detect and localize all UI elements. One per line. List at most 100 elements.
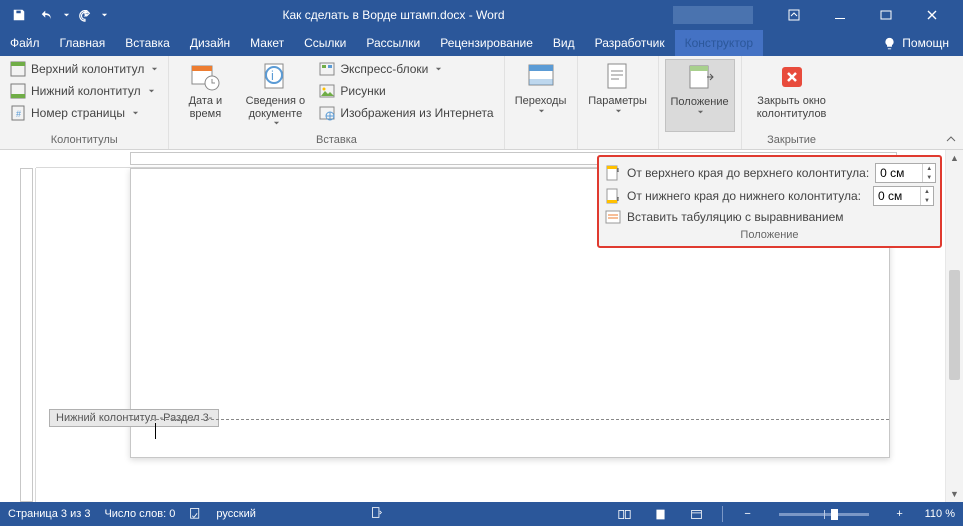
date-time-button[interactable]: Дата и время xyxy=(175,59,235,132)
position-dropdown-panel: От верхнего края до верхнего колонтитула… xyxy=(597,155,942,248)
close-header-footer-button[interactable]: Закрыть окно колонтитулов xyxy=(748,59,836,132)
scroll-down[interactable]: ▼ xyxy=(946,486,963,502)
position-button[interactable]: Положение xyxy=(665,59,735,132)
footer-from-bottom-row: От нижнего края до нижнего колонтитула: … xyxy=(605,186,934,206)
scroll-up[interactable]: ▲ xyxy=(946,150,963,166)
zoom-out-button[interactable]: − xyxy=(737,505,759,523)
spin-down[interactable]: ▼ xyxy=(923,173,935,182)
header-button[interactable]: Верхний колонтитул xyxy=(6,59,162,79)
chevron-down-icon xyxy=(615,108,622,115)
minimize-button[interactable] xyxy=(823,2,857,28)
save-button[interactable] xyxy=(6,2,32,28)
options-button[interactable]: Параметры xyxy=(584,59,652,132)
footer-from-bottom-input[interactable]: ▲▼ xyxy=(873,186,934,206)
tab-references[interactable]: Ссылки xyxy=(294,30,356,56)
tab-file[interactable]: Файл xyxy=(0,30,50,56)
text-cursor xyxy=(155,423,156,439)
zoom-slider[interactable] xyxy=(779,513,869,516)
group-label xyxy=(511,132,571,149)
chevron-down-icon xyxy=(697,109,704,116)
undo-button[interactable] xyxy=(34,2,60,28)
read-mode-button[interactable] xyxy=(614,505,636,523)
page-indicator[interactable]: Страница 3 из 3 xyxy=(8,508,90,520)
group-navigation: Переходы xyxy=(505,56,578,149)
ribbon-options-button[interactable] xyxy=(777,2,811,28)
language-indicator[interactable]: русский xyxy=(216,508,255,520)
page-number-button[interactable]: #Номер страницы xyxy=(6,103,162,123)
group-label: Закрытие xyxy=(748,132,836,149)
tab-developer[interactable]: Разработчик xyxy=(585,30,675,56)
position-panel-label: Положение xyxy=(605,229,934,241)
word-count[interactable]: Число слов: 0 xyxy=(104,508,175,520)
header-from-top-row: От верхнего края до верхнего колонтитула… xyxy=(605,163,934,183)
quick-access-toolbar xyxy=(0,2,114,28)
tab-design[interactable]: Дизайн xyxy=(180,30,240,56)
spellcheck-icon[interactable] xyxy=(189,506,202,522)
footer-offset-icon xyxy=(605,188,621,204)
chevron-down-icon xyxy=(538,108,545,115)
undo-dropdown[interactable] xyxy=(62,12,70,19)
svg-text:#: # xyxy=(16,109,21,119)
close-button[interactable] xyxy=(915,2,949,28)
status-bar: Страница 3 из 3 Число слов: 0 русский − … xyxy=(0,502,963,526)
tab-home[interactable]: Главная xyxy=(50,30,116,56)
document-info-button[interactable]: i Сведения о документе xyxy=(239,59,311,132)
footer-zone[interactable]: Нижний колонтитул -Раздел 3- xyxy=(131,399,889,459)
vertical-scrollbar[interactable]: ▲ ▼ xyxy=(945,150,963,502)
spin-up[interactable]: ▲ xyxy=(923,164,935,173)
group-position: Положение xyxy=(659,56,742,149)
pictures-icon xyxy=(319,83,335,99)
footer-button[interactable]: Нижний колонтитул xyxy=(6,81,162,101)
footer-icon xyxy=(10,83,26,99)
print-layout-button[interactable] xyxy=(650,505,672,523)
group-headers-footers: Верхний колонтитул Нижний колонтитул #Но… xyxy=(0,56,169,149)
tab-insert[interactable]: Вставка xyxy=(115,30,180,56)
footer-section-tag: Нижний колонтитул -Раздел 3- xyxy=(49,409,219,427)
online-pictures-button[interactable]: Изображения из Интернета xyxy=(315,103,497,123)
footer-from-bottom-value[interactable] xyxy=(874,189,920,203)
quick-parts-icon xyxy=(319,61,335,77)
date-time-icon xyxy=(189,61,221,93)
page-number-icon: # xyxy=(10,105,26,121)
maximize-button[interactable] xyxy=(869,2,903,28)
tab-mailings[interactable]: Рассылки xyxy=(356,30,430,56)
tab-constructor[interactable]: Конструктор xyxy=(675,30,763,56)
header-icon xyxy=(10,61,26,77)
chevron-down-icon xyxy=(273,120,280,127)
header-from-top-input[interactable]: ▲▼ xyxy=(875,163,936,183)
tab-view[interactable]: Вид xyxy=(543,30,585,56)
zoom-in-button[interactable]: + xyxy=(889,505,911,523)
chevron-down-icon xyxy=(151,66,158,73)
transitions-button[interactable]: Переходы xyxy=(511,59,571,132)
account-area[interactable] xyxy=(673,6,753,24)
group-label: Колонтитулы xyxy=(6,132,162,149)
tab-layout[interactable]: Макет xyxy=(240,30,294,56)
pictures-button[interactable]: Рисунки xyxy=(315,81,497,101)
zoom-level[interactable]: 110 % xyxy=(925,508,955,520)
track-changes-icon[interactable] xyxy=(370,506,383,522)
ribbon: Верхний колонтитул Нижний колонтитул #Но… xyxy=(0,56,963,150)
spin-down[interactable]: ▼ xyxy=(921,196,933,205)
group-label: Вставка xyxy=(175,132,497,149)
lightbulb-icon xyxy=(883,37,896,50)
web-layout-button[interactable] xyxy=(686,505,708,523)
header-offset-icon xyxy=(605,165,621,181)
close-icon xyxy=(776,61,808,93)
quick-parts-button[interactable]: Экспресс-блоки xyxy=(315,59,497,79)
tell-me-label: Помощн xyxy=(902,36,949,50)
chevron-down-icon xyxy=(435,66,442,73)
spin-up[interactable]: ▲ xyxy=(921,187,933,196)
tell-me[interactable]: Помощн xyxy=(869,30,963,56)
header-from-top-value[interactable] xyxy=(876,166,922,180)
vertical-ruler[interactable] xyxy=(18,168,36,502)
qat-customize[interactable] xyxy=(100,12,108,19)
ribbon-tabs: Файл Главная Вставка Дизайн Макет Ссылки… xyxy=(0,30,963,56)
scroll-thumb[interactable] xyxy=(949,270,960,380)
insert-alignment-tab-button[interactable]: Вставить табуляцию с выравниванием xyxy=(605,209,934,225)
tab-review[interactable]: Рецензирование xyxy=(430,30,543,56)
window-controls xyxy=(763,2,963,28)
group-insert: Дата и время i Сведения о документе Эксп… xyxy=(169,56,504,149)
footer-boundary xyxy=(131,419,889,420)
redo-button[interactable] xyxy=(72,2,98,28)
collapse-ribbon-icon[interactable] xyxy=(945,133,957,145)
